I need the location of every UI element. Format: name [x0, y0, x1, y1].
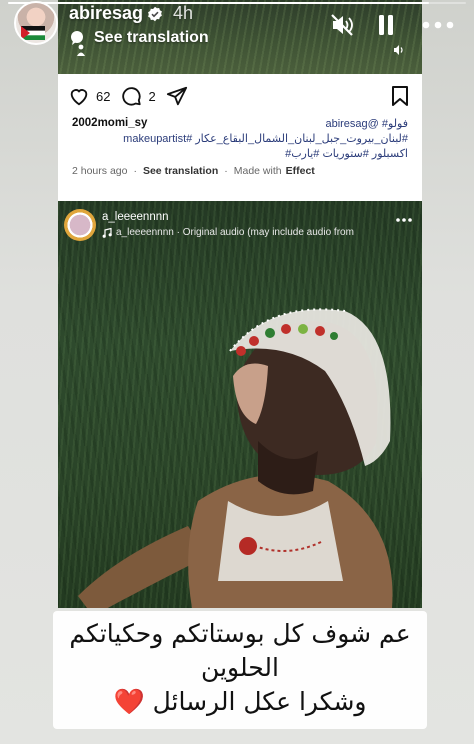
meta-separator: · — [133, 165, 137, 177]
pause-icon — [379, 15, 393, 35]
reel-username[interactable]: a_leeeennnn — [102, 211, 169, 223]
comment-count: 2 — [148, 88, 156, 104]
see-translation-label: See translation — [94, 29, 209, 46]
heart-outline-icon[interactable] — [68, 85, 90, 107]
bookmark-icon[interactable] — [391, 86, 409, 106]
mute-button[interactable] — [327, 10, 357, 40]
like-count: 62 — [96, 88, 111, 104]
pause-button[interactable] — [371, 10, 401, 40]
embedded-reel[interactable]: a_leeeennnn a_leeeennnn · Original audio… — [58, 201, 422, 608]
story-viewer: abiresag 4h See translation 62 2 2002mom… — [0, 0, 474, 744]
caption-line-3: اكسبلور #ستوريات #يارب# — [285, 148, 408, 160]
sticker-line-3-text: وشكرا عكل الرسائل — [152, 687, 367, 716]
sticker-line-1: عم شوف كل بوستاتكم وحكياتكم — [69, 619, 411, 648]
paper-plane-icon[interactable] — [166, 85, 188, 107]
see-translation-post-link[interactable]: See translation — [143, 165, 218, 177]
comment-bubble-icon[interactable] — [120, 85, 142, 107]
volume-icon — [394, 45, 403, 55]
person-icon — [77, 44, 85, 56]
story-time: 4h — [173, 3, 194, 23]
sticker-line-2: الحلوين — [201, 653, 279, 682]
speaker-muted-icon — [331, 14, 353, 36]
reel-avatar[interactable] — [64, 209, 96, 241]
reel-audio[interactable]: a_leeeennnn · Original audio (may includ… — [102, 227, 354, 238]
reel-audio-label: a_leeeennnn · Original audio (may includ… — [116, 227, 354, 238]
post-time: 2 hours ago — [72, 165, 128, 177]
more-options-icon — [422, 21, 454, 29]
verified-badge-icon — [148, 6, 162, 22]
palestine-flag-icon — [21, 26, 45, 40]
music-note-icon — [102, 227, 112, 238]
more-options-button[interactable] — [418, 10, 458, 40]
text-sticker: عم شوف كل بوستاتكم وحكياتكم الحلوين وشكر… — [53, 611, 427, 729]
reel-video-frame — [78, 308, 393, 608]
post-meta: 2 hours ago · See translation · Made wit… — [72, 165, 315, 177]
caption-line-2: #لبنان_بيروت_جبل_لبنان_الشمال_البقاع_عكا… — [123, 133, 408, 145]
sticker-line-3: وشكرا عكل الرسائل ❤️ — [53, 685, 427, 719]
story-username[interactable]: abiresag — [69, 3, 143, 24]
meta-separator: · — [224, 165, 228, 177]
effect-link[interactable]: Effect — [286, 165, 315, 177]
avatar[interactable] — [14, 1, 58, 45]
shared-post-card[interactable]: 62 2 2002momi_sy فولو# @abiresag #لبنان_… — [58, 74, 422, 608]
caption-username[interactable]: 2002momi_sy — [72, 117, 147, 129]
red-heart-emoji: ❤️ — [113, 687, 145, 716]
more-options-icon[interactable] — [396, 217, 412, 223]
caption-line-1: فولو# @abiresag — [325, 118, 408, 130]
made-with-label: Made with — [233, 165, 282, 177]
post-actions: 62 2 — [68, 84, 188, 108]
story-header: abiresag 4h See translation — [0, 0, 474, 60]
see-translation-link[interactable]: See translation — [69, 28, 209, 48]
